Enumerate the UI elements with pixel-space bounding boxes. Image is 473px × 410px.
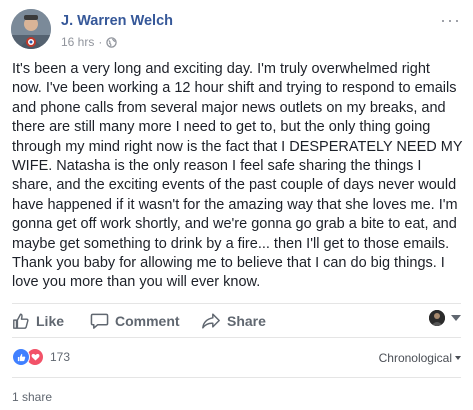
divider [12,303,461,304]
comment-sort-dropdown[interactable]: Chronological [379,351,461,365]
post-timestamp[interactable]: 16 hrs [61,35,94,49]
post-meta: 16 hrs · [61,35,118,49]
thumbs-up-icon [13,313,29,329]
divider [12,337,461,338]
like-reaction-icon [12,348,30,366]
post-text: It's been a very long and exciting day. … [12,61,463,291]
comment-label: Comment [115,313,180,329]
caret-down-icon [455,356,461,360]
meta-separator: · [98,35,103,49]
post-as-selector[interactable] [429,310,461,326]
globe-icon[interactable] [106,36,118,48]
comment-icon [90,313,109,329]
author-avatar[interactable] [11,9,51,49]
reactions-summary[interactable]: 173 [12,348,70,366]
viewer-avatar [429,310,445,326]
divider [12,377,461,378]
share-label: Share [227,313,266,329]
chevron-down-icon [451,315,461,321]
share-count[interactable]: 1 share [12,390,52,404]
share-button[interactable]: Share [201,308,266,334]
sort-label: Chronological [378,351,452,365]
reaction-count: 173 [50,350,71,364]
action-bar: Like Comment Share [12,308,461,334]
comment-button[interactable]: Comment [90,308,180,334]
share-arrow-icon [202,313,220,329]
like-label: Like [36,313,65,329]
facebook-post: J. Warren Welch 16 hrs · ··· It's been a… [0,0,473,410]
like-button[interactable]: Like [12,308,64,334]
ellipsis-icon[interactable]: ··· [440,10,461,31]
author-name[interactable]: J. Warren Welch [61,13,173,29]
